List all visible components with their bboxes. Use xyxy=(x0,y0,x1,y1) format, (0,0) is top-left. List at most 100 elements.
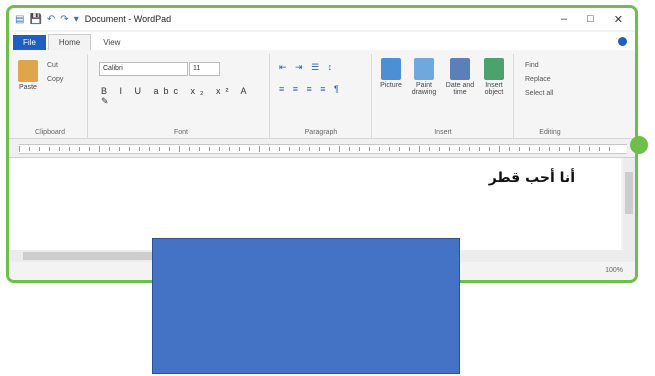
ruler-tick xyxy=(169,147,170,151)
ruler-tick xyxy=(299,147,300,151)
copy-button[interactable]: Copy xyxy=(47,76,63,83)
ruler-tick xyxy=(89,147,90,151)
font-size-select[interactable]: 11 xyxy=(189,62,220,76)
wordpad-app-icon: ▤ xyxy=(15,13,25,25)
tab-home[interactable]: Home xyxy=(47,34,92,50)
maximize-button[interactable]: □ xyxy=(587,13,594,26)
picture-button[interactable]: Picture xyxy=(377,58,405,89)
ruler-tick xyxy=(279,147,280,151)
ribbon-tabs: File Home View xyxy=(9,32,635,50)
insert-object-button[interactable]: Insert object xyxy=(479,58,509,96)
ruler-tick xyxy=(499,146,500,152)
document-area[interactable]: أنا أحب قطر xyxy=(9,158,621,250)
paint-brush-icon xyxy=(414,58,434,80)
minimize-button[interactable]: – xyxy=(561,13,567,26)
zoom-level: 100% xyxy=(605,267,623,274)
cut-button[interactable]: Cut xyxy=(47,62,58,69)
ruler-tick xyxy=(449,147,450,151)
paragraph-align-buttons[interactable]: ≡ ≡ ≡ ≡ ¶ xyxy=(279,84,342,94)
ruler-tick xyxy=(199,147,200,151)
ruler-tick xyxy=(559,147,560,151)
ruler-tick xyxy=(329,147,330,151)
font-family-select[interactable]: Calibri xyxy=(99,62,188,76)
picture-icon xyxy=(381,58,401,80)
date-time-button[interactable]: Date and time xyxy=(445,58,475,96)
ruler-tick xyxy=(489,147,490,151)
ruler-tick xyxy=(549,147,550,151)
paste-label: Paste xyxy=(19,84,37,91)
undo-icon[interactable]: ↶ xyxy=(47,14,55,25)
ruler-tick xyxy=(479,147,480,151)
highlight-dot xyxy=(630,136,648,154)
paint-drawing-label: Paint drawing xyxy=(411,82,437,96)
ruler-tick xyxy=(569,147,570,151)
ruler-tick xyxy=(359,147,360,151)
ruler-tick xyxy=(529,147,530,151)
window-title: Document - WordPad xyxy=(84,14,172,24)
ruler-tick xyxy=(599,147,600,151)
help-icon[interactable] xyxy=(618,37,627,46)
ruler-tick xyxy=(59,147,60,151)
ruler-tick xyxy=(189,147,190,151)
paragraph-indent-buttons[interactable]: ⇤ ⇥ ☰ ↕ xyxy=(279,62,335,73)
blue-rectangle-overlay xyxy=(152,238,460,374)
ruler-tick xyxy=(519,147,520,151)
ruler-tick xyxy=(439,147,440,151)
ruler-tick xyxy=(339,146,340,152)
calendar-icon xyxy=(450,58,470,80)
replace-button[interactable]: Replace xyxy=(525,76,551,83)
ruler-tick xyxy=(309,147,310,151)
font-group-label: Font xyxy=(173,129,188,136)
ruler-tick xyxy=(179,146,180,152)
ruler-tick xyxy=(79,147,80,151)
ruler-tick xyxy=(589,147,590,151)
ruler-tick xyxy=(609,147,610,151)
ruler-tick xyxy=(469,147,470,151)
ruler-tick xyxy=(289,147,290,151)
ruler[interactable] xyxy=(9,139,635,158)
font-group: Calibri 11 B I U abc x₂ x² A ✎ Font xyxy=(93,54,270,138)
paragraph-group-label: Paragraph xyxy=(304,129,338,136)
ruler-tick xyxy=(539,147,540,151)
ruler-tick xyxy=(249,147,250,151)
ruler-tick xyxy=(69,147,70,151)
find-button[interactable]: Find xyxy=(525,62,539,69)
save-icon[interactable]: 💾 xyxy=(29,14,41,25)
ruler-tick xyxy=(149,147,150,151)
close-button[interactable]: ✕ xyxy=(614,13,623,26)
ruler-tick xyxy=(459,147,460,151)
ruler-tick xyxy=(139,147,140,151)
tab-file[interactable]: File xyxy=(13,35,46,50)
ruler-tick xyxy=(419,146,420,152)
picture-label: Picture xyxy=(380,82,402,89)
ruler-tick xyxy=(269,147,270,151)
ruler-tick xyxy=(399,147,400,151)
vertical-scroll-thumb[interactable] xyxy=(625,172,633,214)
vertical-scrollbar[interactable] xyxy=(623,158,635,250)
tab-view[interactable]: View xyxy=(93,35,130,50)
ruler-tick xyxy=(19,146,20,152)
ruler-tick xyxy=(349,147,350,151)
document-text[interactable]: أنا أحب قطر xyxy=(489,170,575,186)
ruler-tick xyxy=(369,147,370,151)
ruler-tick xyxy=(159,147,160,151)
editing-group: Find Replace Select all Editing xyxy=(517,54,583,138)
ruler-tick xyxy=(379,147,380,151)
ruler-tick xyxy=(99,146,100,152)
customize-dropdown-icon[interactable]: ▾ xyxy=(74,14,79,25)
select-all-button[interactable]: Select all xyxy=(525,90,553,97)
quick-access-toolbar: ▤ 💾 ↶ ↷ ▾ xyxy=(9,14,79,25)
ruler-tick xyxy=(49,147,50,151)
paste-icon xyxy=(18,60,38,82)
font-format-buttons[interactable]: B I U abc x₂ x² A ✎ xyxy=(101,86,269,107)
ruler-tick xyxy=(409,147,410,151)
redo-icon[interactable]: ↷ xyxy=(60,14,68,25)
paint-drawing-button[interactable]: Paint drawing xyxy=(409,58,439,96)
paste-button[interactable]: Paste xyxy=(17,60,39,91)
ruler-tick xyxy=(579,146,580,152)
clipboard-group: Paste Cut Copy Clipboard xyxy=(13,54,88,138)
paragraph-group: ⇤ ⇥ ☰ ↕ ≡ ≡ ≡ ≡ ¶ Paragraph xyxy=(271,54,372,138)
ruler-tick xyxy=(129,147,130,151)
date-time-label: Date and time xyxy=(445,82,475,96)
ruler-tick xyxy=(109,147,110,151)
